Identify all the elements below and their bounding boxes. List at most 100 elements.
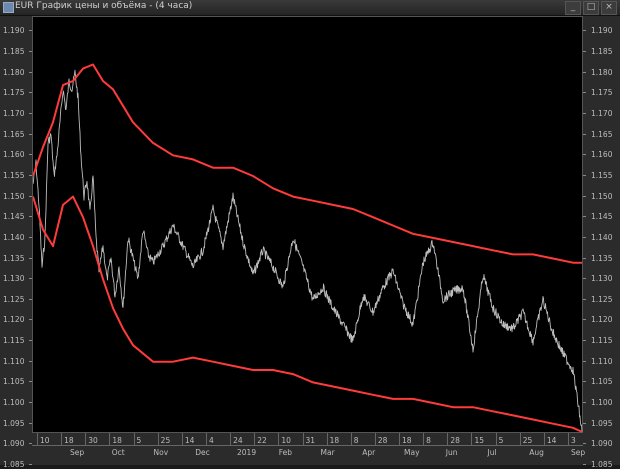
y-tick-label-left: 1.170	[3, 109, 25, 119]
title-bar[interactable]: EUR График цены и объёма - (4 часа) _ □ …	[0, 0, 620, 16]
x-tick-label: 18	[329, 436, 340, 445]
x-month-label: Oct	[111, 448, 125, 457]
y-tick-label-right: 1.090	[591, 439, 613, 449]
x-tick-label: 10	[281, 436, 291, 445]
x-month-label: Jun	[445, 448, 458, 457]
y-tick-label-left: 1.185	[3, 47, 25, 57]
y-tick-label-right: 1.145	[591, 212, 613, 222]
y-tick-label-right: 1.160	[591, 150, 613, 160]
y-tick-label-left: 1.180	[3, 67, 25, 77]
x-tick-label: 18	[402, 436, 412, 445]
y-tick-label-left: 1.115	[3, 336, 25, 346]
window-controls: _ □ ×	[565, 1, 617, 15]
y-tick-label-right: 1.180	[591, 67, 613, 77]
x-tick-label: 25	[160, 436, 171, 445]
x-tick	[133, 433, 135, 445]
y-tick-label-left: 1.140	[3, 232, 25, 242]
x-month-label: Dec	[195, 448, 210, 457]
x-tick	[85, 433, 87, 445]
y-tick-label-right: 1.100	[591, 398, 613, 408]
x-tick-label: 10	[40, 436, 50, 445]
y-tick-label-left: 1.165	[3, 129, 25, 139]
y-tick	[583, 443, 586, 445]
x-tick-label: 4	[208, 436, 214, 445]
y-tick-label-right: 1.165	[591, 129, 613, 139]
y-tick-label-right: 1.125	[591, 294, 613, 304]
y-tick-label-left: 1.095	[3, 418, 25, 428]
x-tick-label: 3	[571, 436, 576, 445]
x-tick-label: 14	[184, 436, 195, 445]
x-month-label: Aug	[529, 448, 544, 457]
y-tick-label-left: 1.125	[3, 294, 25, 304]
x-tick-label: 5	[498, 436, 504, 445]
y-tick-label-right: 1.175	[591, 88, 613, 98]
x-tick	[109, 433, 111, 445]
x-tick	[374, 433, 376, 445]
x-tick	[230, 433, 232, 445]
x-tick-label: 28	[377, 436, 388, 445]
x-month-label: Apr	[362, 448, 376, 457]
y-tick-label-left: 1.155	[3, 170, 25, 180]
x-tick	[568, 433, 569, 445]
x-tick	[350, 433, 352, 445]
y-tick-label-right: 1.140	[591, 232, 613, 242]
x-tick-label: 15	[474, 436, 484, 445]
x-axis-separator	[32, 445, 583, 446]
x-tick-label: 28	[450, 436, 460, 445]
y-tick-label-right: 1.135	[591, 253, 613, 263]
x-tick	[181, 433, 183, 445]
x-tick-label: 18	[112, 436, 122, 445]
maximize-button[interactable]: □	[583, 1, 599, 15]
y-tick-label-left: 1.100	[3, 398, 25, 408]
y-tick-label-right: 1.150	[591, 191, 613, 201]
y-tick-label-right: 1.095	[591, 418, 613, 428]
x-tick-label: 24	[233, 436, 243, 445]
window-title: EUR График цены и объёма - (4 часа)	[15, 1, 193, 11]
x-tick	[399, 433, 401, 445]
y-tick-label-right: 1.110	[591, 356, 613, 366]
y-axis-left: 1.190 1.185 1.180 1.175 1.170 1.165 1.160 1.155…	[0, 16, 32, 469]
x-tick	[157, 433, 159, 445]
y-tick-label-left: 1.175	[3, 88, 25, 98]
y-tick-label-right: 1.190	[591, 26, 613, 36]
close-button[interactable]: ×	[601, 1, 617, 15]
x-tick	[423, 433, 425, 445]
y-tick-label-right: 1.105	[591, 377, 613, 387]
y-tick-label-left: 1.110	[3, 356, 25, 366]
y-tick-label-left: 1.190	[3, 26, 25, 36]
y-tick-label-right: 1.130	[591, 274, 613, 284]
app-icon	[3, 2, 14, 13]
minimize-button[interactable]: _	[565, 1, 581, 15]
y-tick-label-right: 1.115	[591, 336, 613, 346]
x-tick	[37, 433, 38, 445]
x-tick	[302, 433, 304, 445]
x-tick-label: 25	[522, 436, 533, 445]
x-tick	[543, 433, 545, 445]
x-tick-label: 22	[257, 436, 267, 445]
x-axis[interactable]: 10 18 30 18 5 25 14 4 24 22 10 31 18 8 28 18 8 28 15 5 25 14 3…	[32, 433, 586, 463]
x-tick	[471, 433, 473, 445]
x-month-label: Sep	[571, 448, 586, 457]
chart-window: EUR График цены и объёма - (4 часа) _ □ …	[0, 0, 620, 469]
x-month-label: Mar	[320, 448, 335, 457]
plot-area[interactable]	[32, 16, 583, 433]
x-tick	[326, 433, 328, 445]
x-tick-label: 8	[353, 436, 359, 445]
x-tick	[447, 433, 449, 445]
y-tick-label-left: 1.160	[3, 150, 25, 160]
y-axis-right[interactable]: 1.190 1.185 1.180 1.175 1.170 1.165 1.160 1.155…	[583, 16, 620, 469]
x-tick	[61, 433, 63, 445]
x-tick	[519, 433, 521, 445]
x-tick-label: 8	[426, 436, 431, 445]
y-tick-label-left: 1.130	[3, 274, 25, 284]
y-tick-label-right: 1.120	[591, 315, 613, 325]
x-month-label: Feb	[278, 448, 293, 457]
x-tick	[278, 433, 280, 445]
y-tick-label-right: 1.155	[591, 170, 613, 180]
y-tick-label-left: 1.150	[3, 191, 25, 201]
y-tick-label-left: 1.090	[3, 439, 25, 449]
y-tick-label-right: 1.185	[591, 47, 613, 57]
y-tick-label-left: 1.135	[3, 253, 25, 263]
x-month-label: May	[404, 448, 420, 457]
price-chart	[33, 63, 583, 433]
